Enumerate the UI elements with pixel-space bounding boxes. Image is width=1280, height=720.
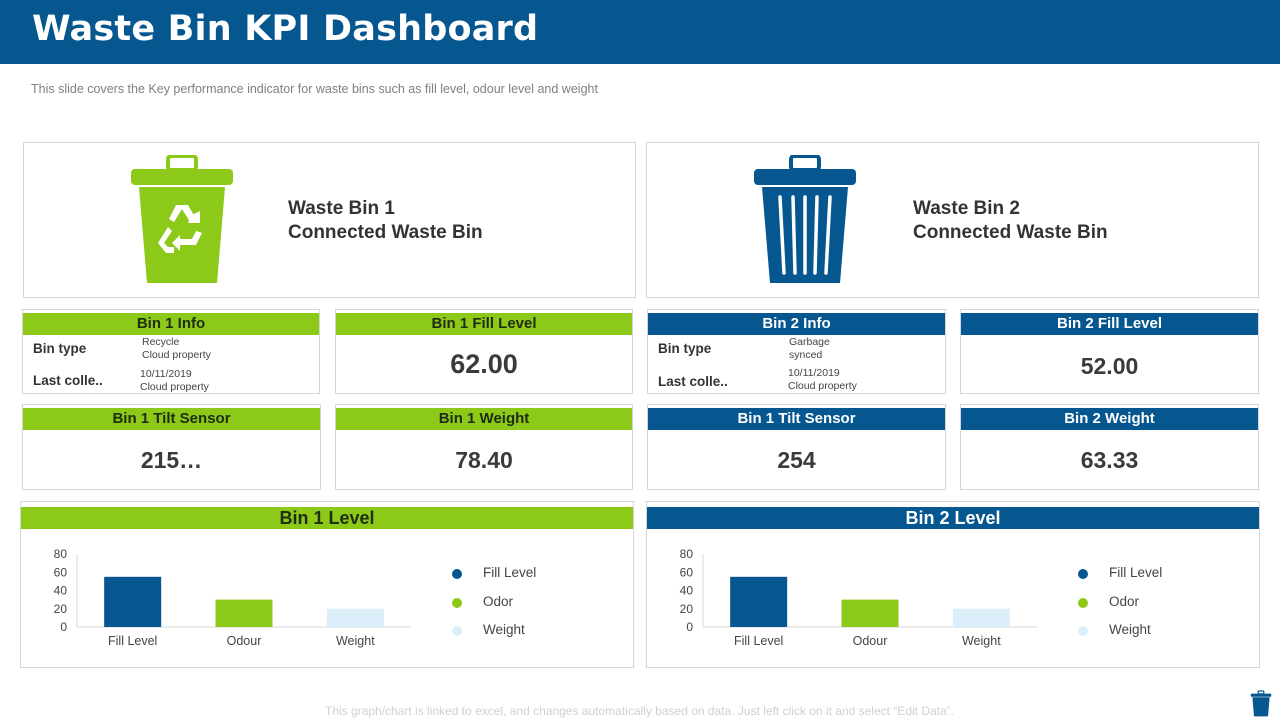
bin1-last-line2: Cloud property (140, 380, 209, 393)
bin1-fill-card: Bin 1 Fill Level 62.00 (335, 309, 633, 394)
bar-fill-level[interactable] (104, 576, 162, 627)
legend-marker (452, 597, 462, 608)
bin1-last-label: Last colle.. (33, 373, 103, 388)
bin1-type-value: Recycle Cloud property (142, 336, 211, 361)
bin2-last-label: Last colle.. (658, 374, 728, 389)
bin1-tilt-card: Bin 1 Tilt Sensor 215… (22, 404, 321, 490)
bin2-hero-text: Waste Bin 2 Connected Waste Bin (913, 197, 1108, 245)
bin1-name: Waste Bin 1 (288, 198, 395, 219)
bin1-desc: Connected Waste Bin (288, 222, 483, 243)
bin1-info-title: Bin 1 Info (23, 313, 319, 335)
y-tick-label: 20 (54, 602, 68, 616)
bin2-weight-value: 63.33 (1080, 447, 1139, 473)
legend-marker (452, 626, 462, 636)
legend-marker (452, 569, 462, 579)
bin1-weight-title: Bin 1 Weight (336, 408, 632, 430)
legend-marker (1078, 597, 1088, 608)
bin1-fill-value: 62.00 (450, 349, 518, 379)
bin1-type-label: Bin type (33, 341, 87, 356)
bin2-last-line2: Cloud property (788, 379, 857, 392)
bin1-type-line1: Recycle (142, 336, 180, 348)
bin1-hero-card: Waste Bin 1 Connected Waste Bin (23, 142, 636, 298)
bin2-type-line2: synced (789, 348, 823, 361)
footer-note: This graph/chart is linked to excel, and… (325, 704, 954, 718)
bin2-tilt-card: Bin 1 Tilt Sensor 254 (647, 404, 946, 490)
legend-label: Odor (483, 593, 514, 609)
bar-weight[interactable] (952, 608, 1010, 627)
bin2-name: Waste Bin 2 (913, 198, 1020, 219)
bin2-fill-value: 52.00 (1080, 353, 1139, 379)
y-tick-label: 60 (680, 565, 694, 579)
bin1-last-line1: 10/11/2019 (140, 368, 192, 380)
bin1-tilt-value: 215… (140, 447, 203, 473)
trash-bin-icon (754, 155, 856, 283)
x-tick-label: Odour (227, 634, 262, 648)
bin1-type-line2: Cloud property (142, 348, 211, 361)
bin2-info-card: Bin 2 Info Bin type Garbage synced Last … (647, 309, 946, 394)
y-tick-label: 20 (680, 602, 694, 616)
bin1-fill-title: Bin 1 Fill Level (336, 313, 632, 335)
page-subtitle: This slide covers the Key performance in… (31, 82, 598, 96)
bin2-weight-title: Bin 2 Weight (961, 408, 1258, 430)
bin2-type-label: Bin type (658, 341, 712, 356)
y-tick-label: 40 (680, 584, 694, 598)
bar-fill-level[interactable] (730, 576, 788, 627)
bin2-last-value: 10/11/2019 Cloud property (788, 367, 857, 392)
bin2-last-line1: 10/11/2019 (788, 367, 840, 379)
bin2-level-chart[interactable]: 80 60 40 20 0 Fill Level Odour Weight (647, 502, 1259, 667)
bar-weight[interactable] (326, 608, 384, 627)
legend-marker (1078, 569, 1088, 579)
bin1-level-card: Bin 1 Level 80 60 40 20 0 Fill Level Odour Weig… (20, 501, 634, 668)
x-tick-label: Fill Level (108, 634, 157, 648)
legend-label: Odor (1109, 593, 1140, 609)
bin2-info-title: Bin 2 Info (648, 313, 945, 335)
bin2-hero-card: Waste Bin 2 Connected Waste Bin (646, 142, 1259, 298)
bin2-level-card: Bin 2 Level 80 60 40 20 0 Fill Level Odour Weig… (646, 501, 1260, 668)
bin2-desc: Connected Waste Bin (913, 222, 1108, 243)
y-tick-label: 80 (54, 547, 68, 561)
bin2-type-line1: Garbage (789, 336, 830, 348)
recycle-bin-icon (131, 155, 233, 283)
legend-label: Weight (1109, 622, 1151, 637)
bin1-level-chart[interactable]: 80 60 40 20 0 Fill Level Odour Weight (21, 502, 633, 667)
y-tick-label: 60 (54, 565, 68, 579)
bin1-tilt-title: Bin 1 Tilt Sensor (23, 408, 320, 430)
bar-odour[interactable] (841, 599, 899, 627)
legend-marker (1078, 626, 1088, 636)
page-title: Waste Bin KPI Dashboard (32, 9, 539, 49)
bin1-weight-value: 78.40 (455, 447, 513, 473)
header-bar: Waste Bin KPI Dashboard (0, 0, 1280, 64)
x-tick-label: Odour (853, 634, 888, 648)
bin2-fill-title: Bin 2 Fill Level (961, 313, 1258, 335)
bin1-hero-text: Waste Bin 1 Connected Waste Bin (288, 197, 483, 245)
bin2-fill-card: Bin 2 Fill Level 52.00 (960, 309, 1259, 394)
bin2-tilt-value: 254 (777, 447, 816, 473)
y-tick-label: 0 (60, 620, 67, 634)
bin2-weight-card: Bin 2 Weight 63.33 (960, 404, 1259, 490)
bin1-weight-card: Bin 1 Weight 78.40 (335, 404, 633, 490)
legend-label: Fill Level (1109, 565, 1163, 580)
y-tick-label: 40 (54, 584, 68, 598)
x-tick-label: Weight (336, 634, 375, 648)
legend-label: Weight (483, 622, 525, 637)
bin2-tilt-title: Bin 1 Tilt Sensor (648, 408, 945, 430)
bar-odour[interactable] (215, 599, 273, 627)
y-tick-label: 80 (680, 547, 694, 561)
trash-bin-icon (1250, 690, 1272, 717)
y-tick-label: 0 (686, 620, 693, 634)
legend-label: Fill Level (483, 565, 537, 580)
bin2-type-value: Garbage synced (789, 336, 830, 361)
x-tick-label: Weight (962, 634, 1001, 648)
bin1-info-card: Bin 1 Info Bin type Recycle Cloud proper… (22, 309, 320, 394)
x-tick-label: Fill Level (734, 634, 783, 648)
bin1-last-value: 10/11/2019 Cloud property (140, 368, 209, 393)
